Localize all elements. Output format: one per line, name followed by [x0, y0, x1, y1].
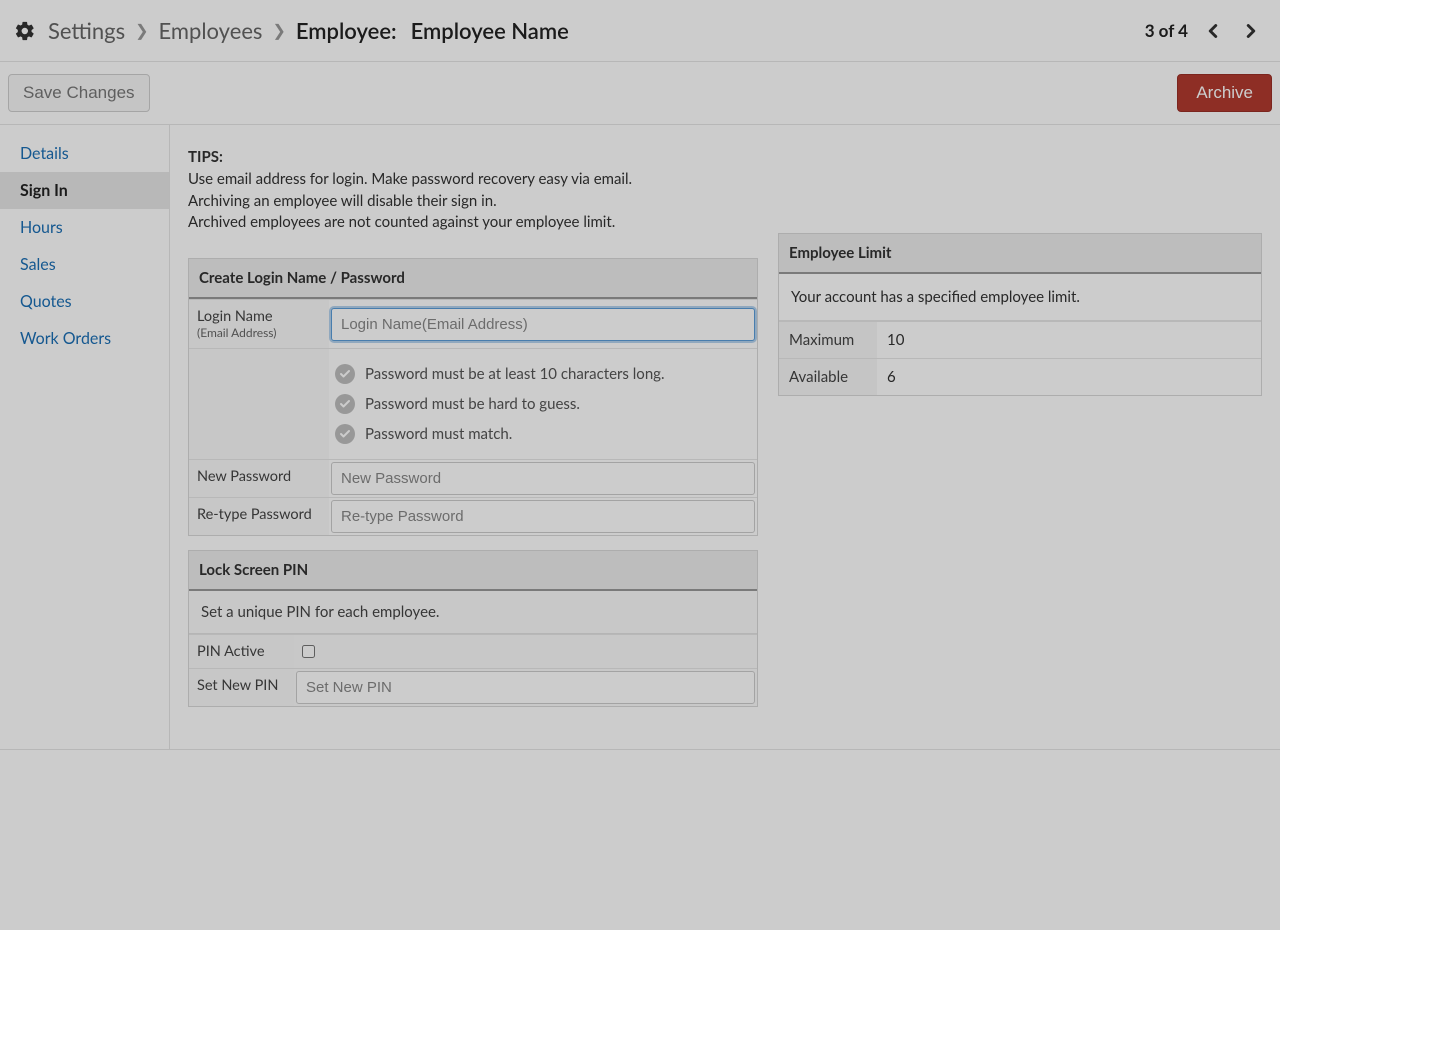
tips-label: TIPS:	[188, 148, 223, 166]
sidebar: Details Sign In Hours Sales Quotes Work …	[0, 125, 170, 749]
sidebar-item-workorders[interactable]: Work Orders	[0, 320, 169, 357]
retype-password-label: Re-type Password	[189, 498, 329, 535]
pin-panel: Lock Screen PIN Set a unique PIN for eac…	[188, 550, 758, 707]
archive-button[interactable]: Archive	[1177, 74, 1272, 112]
password-req-text: Password must be hard to guess.	[365, 395, 580, 413]
sidebar-item-sales[interactable]: Sales	[0, 246, 169, 283]
pin-active-checkbox[interactable]	[302, 645, 315, 658]
employee-limit-title: Employee Limit	[779, 234, 1261, 274]
tips-block: TIPS: Use email address for login. Make …	[188, 147, 758, 234]
pin-panel-note: Set a unique PIN for each employee.	[189, 591, 757, 634]
tips-line: Archived employees are not counted again…	[188, 213, 615, 231]
pin-active-label: PIN Active	[189, 635, 294, 668]
chevron-right-icon: ❯	[135, 21, 148, 40]
pager-next-button[interactable]	[1236, 16, 1266, 46]
tips-line: Archiving an employee will disable their…	[188, 192, 497, 210]
breadcrumb: Settings ❯ Employees ❯ Employee: Employe…	[48, 17, 569, 44]
breadcrumb-employees[interactable]: Employees	[159, 17, 263, 44]
password-req-text: Password must be at least 10 characters …	[365, 365, 665, 383]
employee-limit-avail-value: 6	[877, 359, 1261, 395]
check-circle-icon	[335, 364, 355, 384]
employee-limit-max-value: 10	[877, 322, 1261, 358]
breadcrumb-current-label: Employee:	[296, 17, 397, 44]
check-circle-icon	[335, 424, 355, 444]
sidebar-item-quotes[interactable]: Quotes	[0, 283, 169, 320]
login-name-label: Login Name (Email Address)	[189, 300, 329, 348]
login-panel-title: Create Login Name / Password	[189, 259, 757, 299]
sidebar-item-signin[interactable]: Sign In	[0, 172, 169, 209]
password-req-text: Password must match.	[365, 425, 512, 443]
employee-limit-panel: Employee Limit Your account has a specif…	[778, 233, 1262, 396]
sidebar-item-details[interactable]: Details	[0, 135, 169, 172]
save-button[interactable]: Save Changes	[8, 74, 150, 112]
new-password-label: New Password	[189, 460, 329, 497]
login-name-input[interactable]	[331, 308, 755, 341]
login-name-label-text: Login Name	[197, 308, 273, 325]
set-pin-label: Set New PIN	[189, 669, 294, 706]
employee-limit-max-label: Maximum	[779, 322, 877, 358]
login-panel: Create Login Name / Password Login Name …	[188, 258, 758, 536]
chevron-right-icon: ❯	[272, 21, 285, 40]
check-circle-icon	[335, 394, 355, 414]
employee-limit-avail-label: Available	[779, 359, 877, 395]
new-password-input[interactable]	[331, 462, 755, 495]
retype-password-input[interactable]	[331, 500, 755, 533]
gear-icon	[14, 20, 36, 42]
pager-prev-button[interactable]	[1198, 16, 1228, 46]
action-bar: Save Changes Archive	[0, 62, 1280, 125]
set-pin-input[interactable]	[296, 671, 755, 704]
employee-limit-note: Your account has a specified employee li…	[779, 274, 1261, 321]
sidebar-item-hours[interactable]: Hours	[0, 209, 169, 246]
breadcrumb-settings[interactable]: Settings	[48, 17, 125, 44]
login-name-sublabel: (Email Address)	[197, 325, 321, 340]
password-requirements: Password must be at least 10 characters …	[331, 351, 669, 457]
pager-text: 3 of 4	[1145, 20, 1188, 41]
pin-panel-title: Lock Screen PIN	[189, 551, 757, 591]
breadcrumb-bar: Settings ❯ Employees ❯ Employee: Employe…	[0, 0, 1280, 62]
breadcrumb-current-name: Employee Name	[411, 17, 569, 44]
tips-line: Use email address for login. Make passwo…	[188, 170, 632, 188]
